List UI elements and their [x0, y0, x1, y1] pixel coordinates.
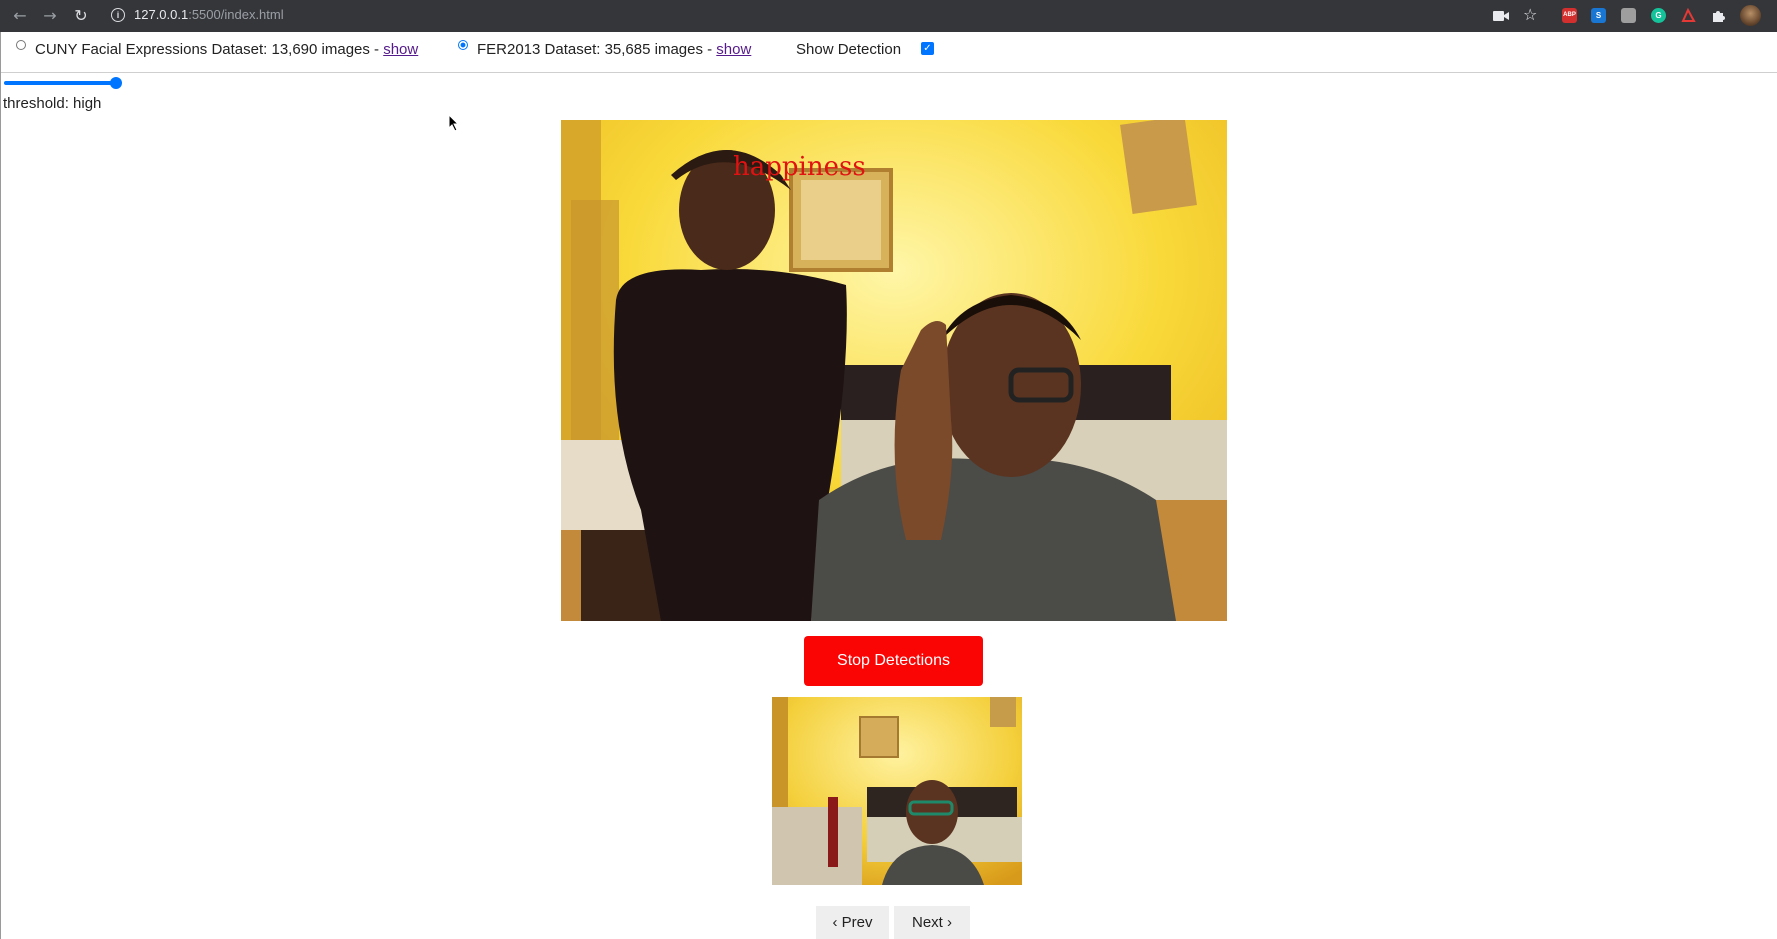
- webcam-frame: happiness: [561, 120, 1227, 621]
- webcam-image: [561, 120, 1227, 621]
- threshold-slider[interactable]: [4, 77, 122, 89]
- emotion-label: happiness: [733, 152, 866, 182]
- star-icon[interactable]: ☆: [1523, 5, 1537, 24]
- stop-detections-button[interactable]: Stop Detections: [804, 636, 983, 686]
- next-button[interactable]: Next ›: [894, 906, 970, 939]
- dataset-cuny-text: CUNY Facial Expressions Dataset: 13,690 …: [35, 41, 384, 58]
- site-info-icon[interactable]: i: [111, 8, 125, 22]
- show-detection-label: Show Detection: [796, 41, 902, 58]
- dataset-fer2013-text: FER2013 Dataset: 35,685 images -: [477, 41, 717, 58]
- gray-extension-icon[interactable]: [1621, 8, 1636, 23]
- grammarly-extension-icon[interactable]: G: [1651, 8, 1666, 23]
- show-detection-checkbox[interactable]: ✓: [921, 42, 934, 55]
- dataset-fer2013-show-link[interactable]: show: [716, 41, 751, 58]
- dataset-cuny-show-link[interactable]: show: [383, 41, 418, 58]
- dataset-cuny-label: CUNY Facial Expressions Dataset: 13,690 …: [35, 41, 418, 58]
- browser-toolbar: ← → ↻ i 127.0.0.1:5500/index.html ☆ ABP …: [0, 0, 1777, 32]
- threshold-label: threshold: high: [3, 95, 102, 112]
- url-path: :5500/index.html: [188, 7, 284, 22]
- profile-avatar[interactable]: [1740, 5, 1761, 26]
- reload-icon[interactable]: ↻: [71, 6, 91, 26]
- adblock-extension-icon[interactable]: ABP: [1562, 8, 1577, 23]
- snapshot-image: [772, 697, 1022, 885]
- control-bar: CUNY Facial Expressions Dataset: 13,690 …: [1, 32, 1777, 73]
- address-bar[interactable]: 127.0.0.1:5500/index.html: [134, 7, 284, 22]
- dataset-fer2013-radio[interactable]: [458, 40, 468, 50]
- pdf-extension-icon[interactable]: [1681, 8, 1696, 23]
- snapshot-thumbnail: [772, 697, 1022, 885]
- url-host: 127.0.0.1: [134, 7, 189, 22]
- forward-arrow-icon[interactable]: →: [40, 6, 60, 26]
- slider-track: [4, 81, 116, 85]
- back-arrow-icon[interactable]: ←: [10, 6, 30, 26]
- camera-icon[interactable]: [1493, 10, 1509, 22]
- dataset-fer2013-label: FER2013 Dataset: 35,685 images - show: [477, 41, 751, 58]
- prev-button[interactable]: ‹ Prev: [816, 906, 889, 939]
- slider-thumb[interactable]: [110, 77, 122, 89]
- page: CUNY Facial Expressions Dataset: 13,690 …: [0, 32, 1777, 939]
- dataset-cuny-radio[interactable]: [16, 40, 26, 50]
- s-extension-icon[interactable]: S: [1591, 8, 1606, 23]
- puzzle-extension-icon[interactable]: [1711, 8, 1726, 23]
- mouse-cursor-icon: [448, 114, 460, 132]
